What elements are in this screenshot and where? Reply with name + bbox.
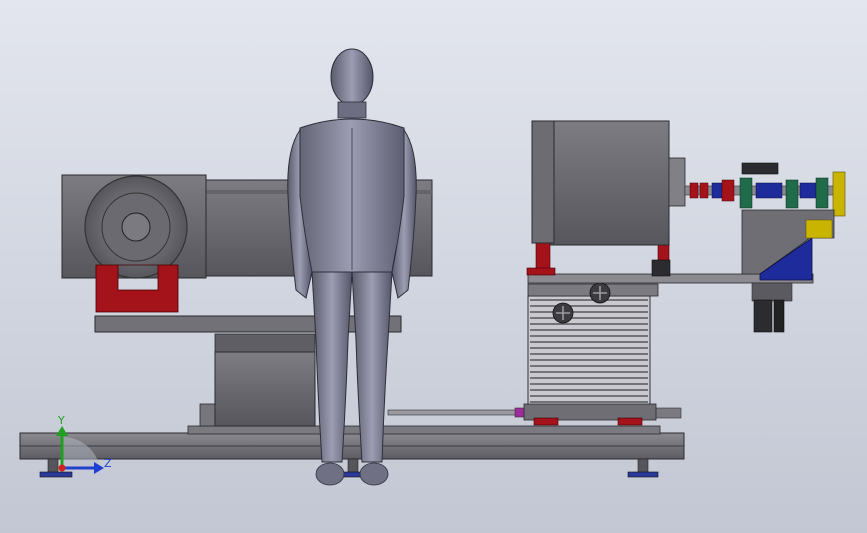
- z-axis-label: Z: [104, 457, 112, 470]
- y-axis-label: Y: [57, 414, 65, 427]
- cad-viewport[interactable]: Y Z: [0, 0, 867, 533]
- bellows-column: [523, 282, 659, 426]
- handwheel-icon[interactable]: [589, 282, 611, 304]
- leveling-foot-right: [627, 458, 659, 478]
- handwheel-icon[interactable]: [552, 302, 574, 324]
